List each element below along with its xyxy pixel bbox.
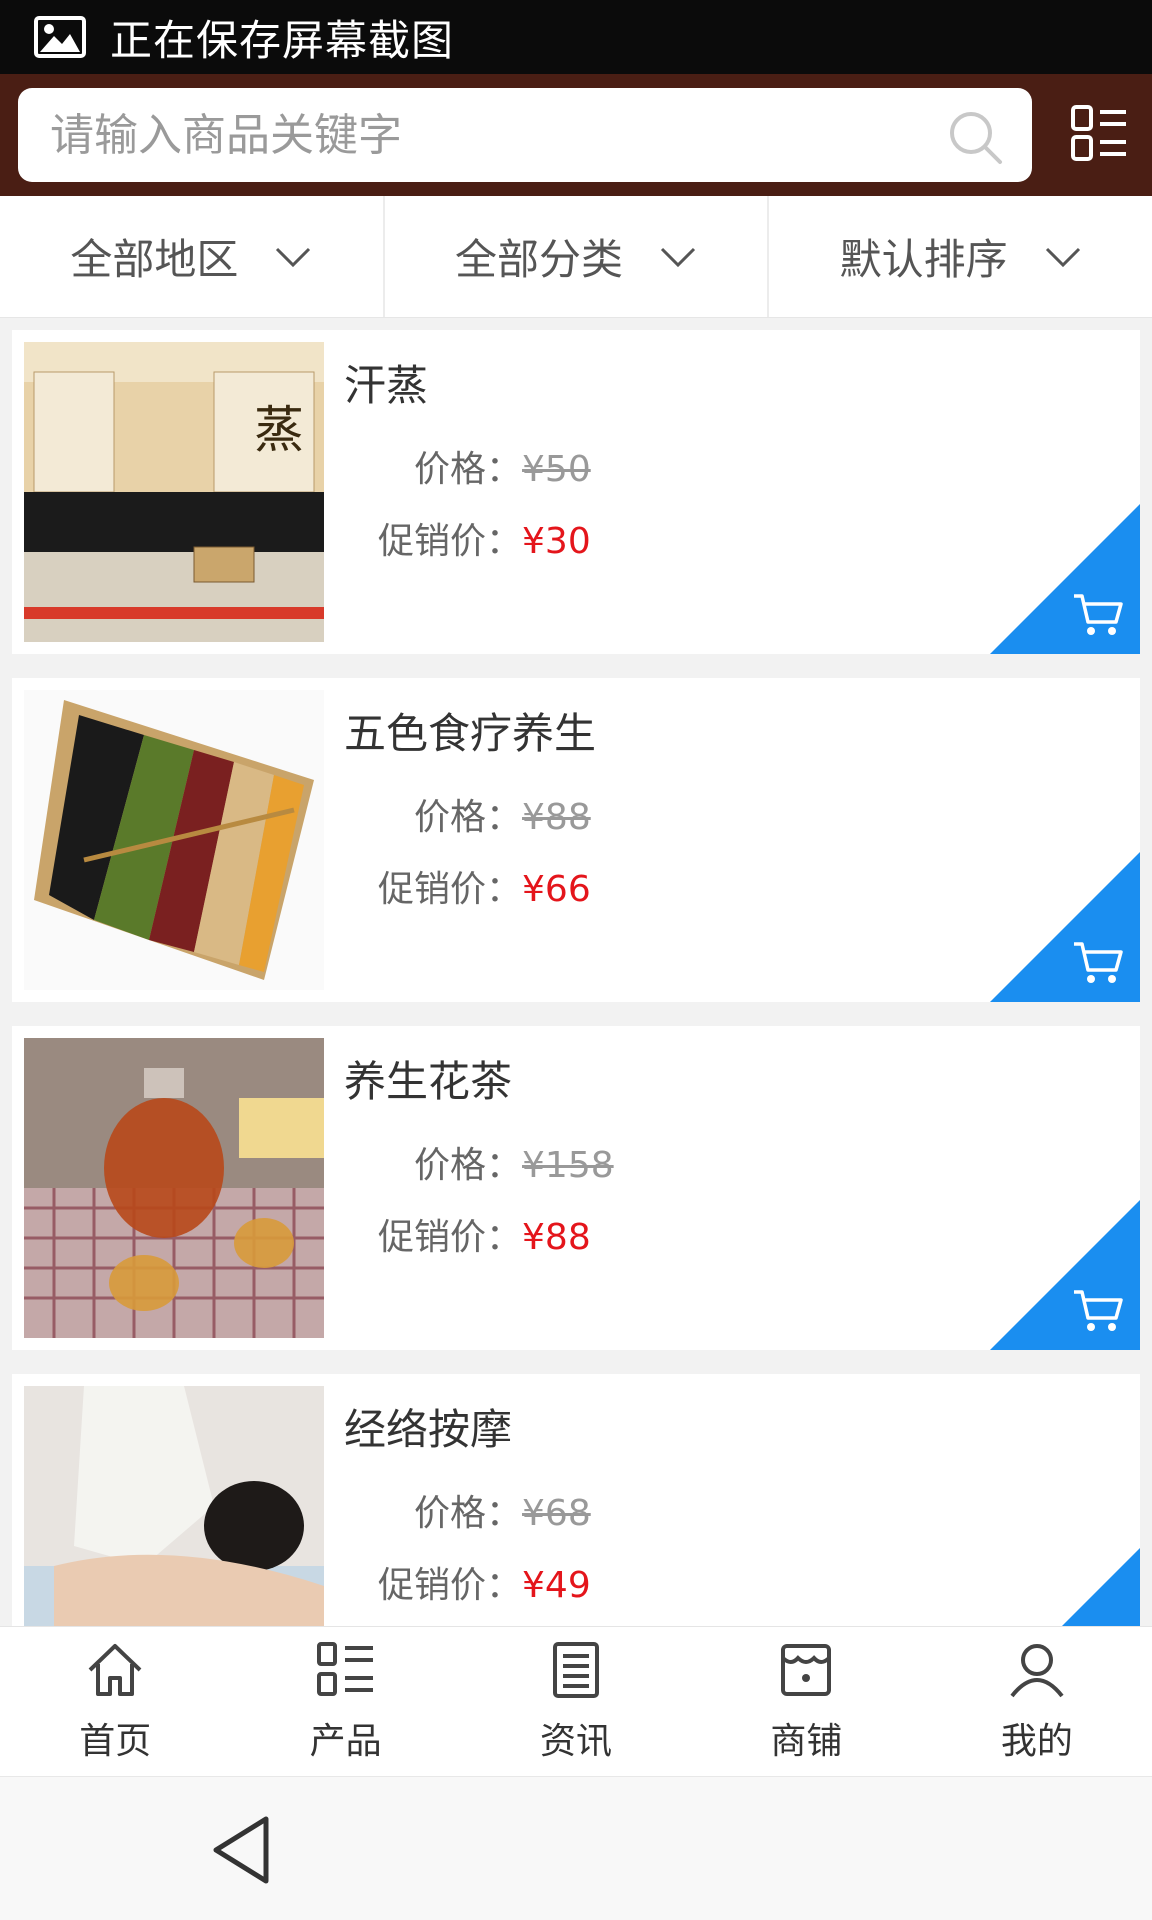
product-image-sauna[interactable]: 蒸 [24,342,324,642]
original-price: ¥158 [522,1145,614,1186]
price-row: 价格：¥158 [414,1136,614,1188]
chevron-down-icon [1045,247,1080,267]
nav-products[interactable]: 产品 [230,1627,460,1776]
status-text: 正在保存屏幕截图 [110,15,455,65]
nav-home[interactable]: 首页 [0,1627,230,1776]
chevron-down-icon [660,247,696,267]
original-price: ¥68 [522,1493,591,1534]
search-icon[interactable] [946,108,1004,166]
system-nav-bar [0,1776,1152,1920]
filter-label: 全部地区 [70,235,239,284]
nav-me[interactable]: 我的 [922,1627,1152,1776]
search-header [0,74,1152,196]
cart-icon [1074,942,1123,983]
promo-price: ¥88 [522,1217,591,1258]
promo-label: 促销价： [378,1217,523,1258]
promo-label: 促销价： [378,869,523,910]
promo-label: 促销价： [378,521,523,562]
user-icon [1010,1643,1064,1697]
original-price: ¥88 [522,797,591,838]
filter-bar: 全部地区 全部分类 默认排序 [0,196,1152,318]
promo-label: 促销价： [378,1565,523,1606]
nav-news[interactable]: 资讯 [461,1627,691,1776]
promo-price: ¥49 [522,1565,591,1606]
store-icon [781,1643,832,1696]
product-image-tea[interactable] [24,1038,324,1338]
product-card[interactable]: 蒸 汗蒸 价格：¥50 促销价：¥30 [12,330,1140,654]
cart-icon [1074,594,1123,635]
nav-label: 商铺 [770,1720,843,1762]
filter-label: 全部分类 [455,235,624,284]
news-icon [553,1641,600,1698]
grid-list-icon[interactable] [1070,104,1128,162]
product-image-massage[interactable] [24,1386,324,1626]
filter-label: 默认排序 [839,235,1008,284]
svg-text:蒸: 蒸 [254,401,304,459]
filter-region[interactable]: 全部地区 [0,196,385,317]
price-label: 价格： [414,449,523,490]
nav-label: 首页 [79,1720,152,1762]
original-price: ¥50 [522,449,591,490]
status-bar: 正在保存屏幕截图 [0,0,1152,74]
add-to-cart-button[interactable] [990,1548,1140,1626]
product-card[interactable]: 五色食疗养生 价格：¥88 促销价：¥66 [12,678,1140,1002]
price-label: 价格： [414,1493,523,1534]
product-card[interactable]: 经络按摩 价格：¥68 促销价：¥49 [12,1374,1140,1626]
add-to-cart-button[interactable] [990,504,1140,654]
back-icon[interactable] [210,1815,272,1885]
product-list-icon [316,1641,373,1696]
search-box[interactable] [18,88,1032,182]
add-to-cart-button[interactable] [990,1200,1140,1350]
product-name[interactable]: 汗蒸 [344,352,428,413]
nav-label: 我的 [1000,1720,1073,1762]
nav-label: 产品 [309,1720,382,1762]
product-card[interactable]: 养生花茶 价格：¥158 促销价：¥88 [12,1026,1140,1350]
image-icon [34,16,86,58]
product-list: 蒸 汗蒸 价格：¥50 促销价：¥30 五色食疗养生 价格：¥88 促销价：¥6… [12,330,1140,1626]
home-icon [88,1643,142,1696]
filter-sort[interactable]: 默认排序 [769,196,1152,317]
promo-row: 促销价：¥66 [378,860,591,912]
product-name[interactable]: 养生花茶 [344,1048,512,1109]
bottom-nav: 首页 产品 资讯 商铺 我的 [0,1626,1152,1776]
filter-category[interactable]: 全部分类 [385,196,770,317]
price-label: 价格： [414,1145,523,1186]
product-image-grains[interactable] [24,690,324,990]
nav-label: 资讯 [540,1720,613,1762]
promo-price: ¥30 [522,521,591,562]
cart-icon [1074,1290,1123,1331]
promo-row: 促销价：¥30 [378,512,591,564]
promo-row: 促销价：¥49 [378,1556,591,1608]
nav-store[interactable]: 商铺 [691,1627,921,1776]
product-name[interactable]: 经络按摩 [344,1396,512,1457]
promo-row: 促销价：¥88 [378,1208,591,1260]
search-input[interactable] [50,109,910,161]
price-label: 价格： [414,797,523,838]
price-row: 价格：¥88 [414,788,591,840]
add-to-cart-button[interactable] [990,852,1140,1002]
price-row: 价格：¥68 [414,1484,591,1536]
promo-price: ¥66 [522,869,591,910]
product-name[interactable]: 五色食疗养生 [344,700,596,761]
chevron-down-icon [276,247,311,267]
price-row: 价格：¥50 [414,440,591,492]
